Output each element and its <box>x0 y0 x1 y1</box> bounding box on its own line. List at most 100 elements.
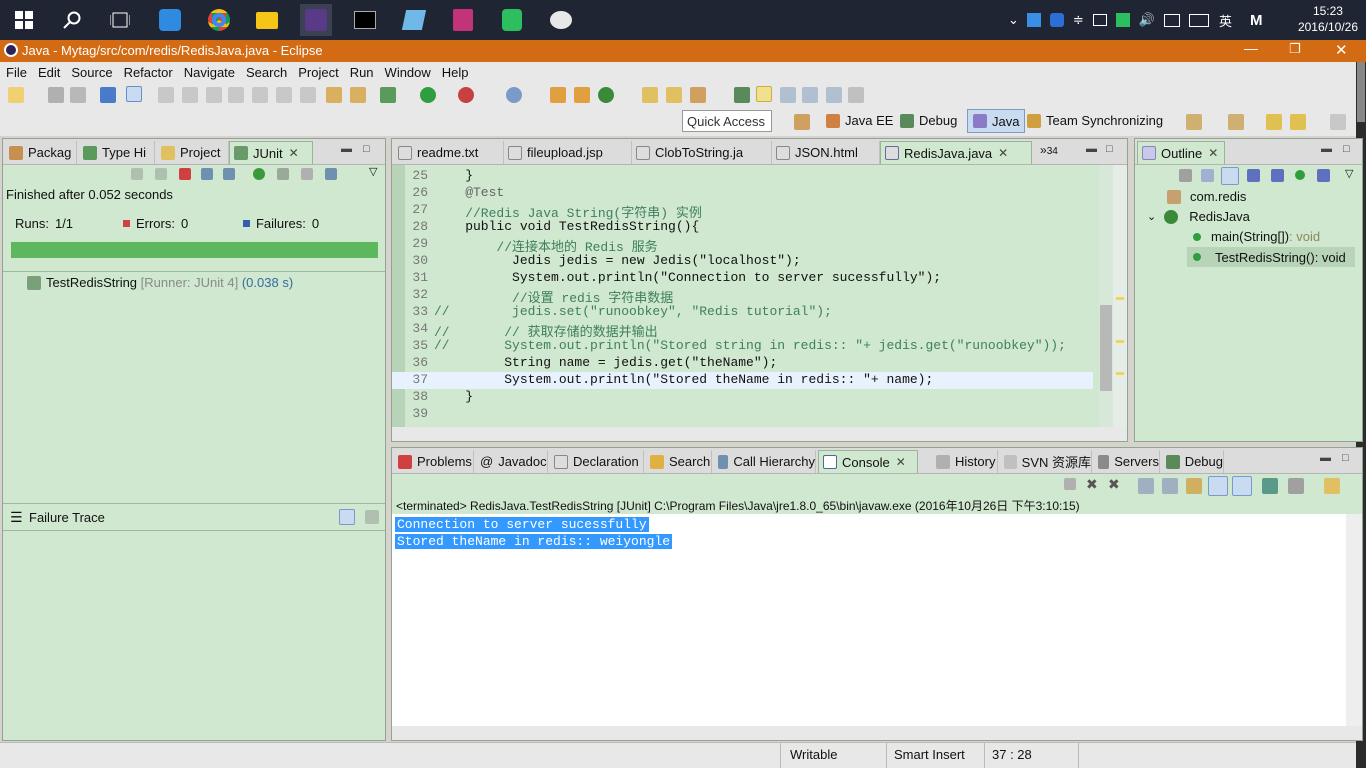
file-explorer-icon[interactable] <box>251 4 283 36</box>
outline-class[interactable]: ⌄ RedisJava <box>1147 209 1250 224</box>
disconnect-icon[interactable] <box>228 87 244 103</box>
close-tab-icon[interactable]: ✕ <box>998 146 1008 160</box>
tab-outline[interactable]: Outline ✕ <box>1137 141 1225 164</box>
terminate-icon[interactable] <box>206 87 222 103</box>
run-icon[interactable] <box>420 87 436 103</box>
toggle-mark-icon[interactable] <box>126 86 142 102</box>
pin-console-icon[interactable] <box>1262 478 1278 494</box>
word-wrap-icon[interactable] <box>1186 478 1202 494</box>
tab-declaration[interactable]: Declaration <box>550 450 644 473</box>
scroll-lock-icon[interactable] <box>201 168 213 180</box>
new-icon[interactable] <box>8 87 24 103</box>
menu-run[interactable]: Run <box>350 65 374 80</box>
open-console-icon[interactable] <box>1324 478 1340 494</box>
new-package-icon[interactable] <box>574 87 590 103</box>
outline-method-selected[interactable]: TestRedisString() : void <box>1187 247 1355 267</box>
menu-search[interactable]: Search <box>246 65 287 80</box>
save-all-icon[interactable] <box>70 87 86 103</box>
open-type-icon[interactable] <box>642 87 658 103</box>
ime-indicator[interactable]: 英 <box>1219 11 1232 30</box>
scrollbar-thumb[interactable] <box>1100 305 1112 391</box>
notepad-app-icon[interactable] <box>398 4 430 36</box>
keyboard-icon[interactable] <box>1189 13 1209 27</box>
maximize-editor-icon[interactable]: □ <box>1106 143 1113 155</box>
network-app-icon[interactable] <box>1026 13 1041 27</box>
block-selection-icon[interactable] <box>802 87 818 103</box>
maximize-console-icon[interactable]: □ <box>1342 452 1349 464</box>
tab-clobtostring[interactable]: ClobToString.ja <box>632 141 772 164</box>
chevron-down-icon[interactable]: ⌄ <box>1147 210 1156 223</box>
compare-result-icon[interactable] <box>365 510 379 524</box>
store-app-icon[interactable] <box>154 4 186 36</box>
step-into-icon[interactable] <box>252 87 268 103</box>
step-over-icon[interactable] <box>276 87 292 103</box>
cmd-icon[interactable] <box>349 4 381 36</box>
history-icon[interactable] <box>325 168 337 180</box>
maximize-outline-icon[interactable]: □ <box>1343 143 1350 155</box>
annotation-marker[interactable] <box>1116 340 1124 343</box>
outline-package[interactable]: com.redis <box>1167 189 1246 204</box>
eclipse-taskbar-icon[interactable] <box>300 4 332 36</box>
wechat-tray-icon[interactable] <box>1115 13 1130 27</box>
outline-menu-icon[interactable]: ▽ <box>1345 167 1353 180</box>
layout-icon[interactable] <box>223 168 235 180</box>
menu-source[interactable]: Source <box>71 65 112 80</box>
pin-icon[interactable] <box>848 87 864 103</box>
tab-package-explorer[interactable]: Packag <box>5 141 77 164</box>
breadcrumb-icon[interactable] <box>780 87 796 103</box>
tab-search[interactable]: Search <box>646 450 712 473</box>
save-icon[interactable] <box>48 87 64 103</box>
tab-svn[interactable]: SVN 资源库 <box>1000 450 1092 473</box>
quick-access-input[interactable]: Quick Access <box>682 110 772 132</box>
task-view-icon[interactable] <box>104 4 136 36</box>
close-tab-icon[interactable]: ✕ <box>289 146 299 160</box>
tab-javadoc[interactable]: @ Javadoc <box>476 450 548 473</box>
tab-project-explorer[interactable]: Project <box>157 141 229 164</box>
debug-run-icon[interactable] <box>380 87 396 103</box>
code-editor[interactable]: 25 } 26 @Test 27 //Redis Java String(字符串… <box>392 165 1127 427</box>
menu-refactor[interactable]: Refactor <box>124 65 173 80</box>
close-tab-icon[interactable]: ✕ <box>1208 146 1218 160</box>
annotation-marker[interactable] <box>1116 297 1124 300</box>
perspective-team-sync[interactable]: Team Synchronizing <box>1027 113 1163 128</box>
wifi-icon[interactable]: ≑ <box>1073 12 1084 28</box>
search-icon[interactable] <box>56 4 88 36</box>
terminate-console-icon[interactable] <box>1064 478 1076 490</box>
close-window-button[interactable]: ✕ <box>1335 41 1348 59</box>
editor-vertical-scrollbar[interactable] <box>1099 165 1113 427</box>
tab-servers[interactable]: Servers <box>1094 450 1160 473</box>
tab-fileupload[interactable]: fileupload.jsp <box>504 141 632 164</box>
menu-edit[interactable]: Edit <box>38 65 60 80</box>
desktop-scroll-thumb[interactable] <box>1357 62 1365 122</box>
resume-icon[interactable] <box>158 87 174 103</box>
show-on-stdout-icon[interactable] <box>1208 476 1228 496</box>
close-tab-icon[interactable]: ✕ <box>896 455 906 469</box>
tab-redisjava[interactable]: RedisJava.java ✕ <box>880 141 1032 164</box>
tab-debug[interactable]: Debug <box>1162 450 1224 473</box>
new-class-icon[interactable] <box>598 87 614 103</box>
display-console-icon[interactable] <box>1288 478 1304 494</box>
annotation-icon[interactable] <box>734 87 750 103</box>
volume-icon[interactable]: 🔊 <box>1139 12 1155 28</box>
open-task-icon[interactable] <box>666 87 682 103</box>
maximize-view-icon[interactable]: □ <box>363 143 370 155</box>
console-output[interactable]: Connection to server sucessfully Stored … <box>392 514 1346 726</box>
tab-readme[interactable]: readme.txt <box>394 141 504 164</box>
stop-icon[interactable] <box>301 168 313 180</box>
overview-ruler[interactable] <box>1113 165 1127 427</box>
shield-icon[interactable] <box>1049 13 1064 27</box>
console-horizontal-scrollbar[interactable] <box>392 726 1362 740</box>
tab-problems[interactable]: Problems <box>394 450 474 473</box>
ime-mode-indicator[interactable]: M <box>1250 12 1263 29</box>
search-tool-icon[interactable] <box>690 87 706 103</box>
next-failure-icon[interactable] <box>131 168 143 180</box>
tab-json-html[interactable]: JSON.html <box>772 141 880 164</box>
hide-fields-icon[interactable] <box>1247 169 1260 182</box>
windows-start-icon[interactable] <box>8 4 40 36</box>
prev-annotation-icon[interactable] <box>1228 114 1244 130</box>
step-return-icon[interactable] <box>300 87 316 103</box>
show-on-stderr-icon[interactable] <box>1232 476 1252 496</box>
console-icon[interactable] <box>100 87 116 103</box>
minimize-editor-icon[interactable]: ▬ <box>1086 143 1097 155</box>
tab-console[interactable]: Console ✕ <box>818 450 918 473</box>
